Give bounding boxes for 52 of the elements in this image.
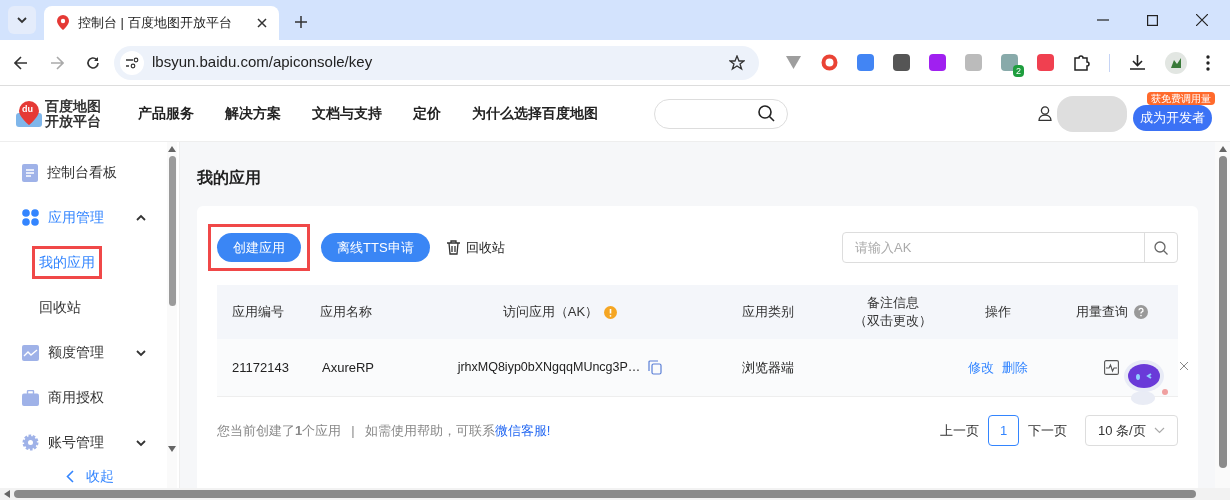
- become-developer-button[interactable]: 成为开发者: [1133, 104, 1212, 131]
- action-link[interactable]: 删除: [1001, 357, 1028, 378]
- page-number[interactable]: 1: [988, 415, 1019, 446]
- next-page[interactable]: 下一页: [1028, 420, 1067, 441]
- nav-link[interactable]: 产品服务: [138, 103, 194, 124]
- logo-text: 百度地图: [45, 98, 101, 114]
- address-bar[interactable]: lbsyun.baidu.com/apiconsole/key: [114, 45, 759, 80]
- column-header: 访问应用（AK）: [502, 303, 599, 321]
- action-button[interactable]: 离线TTS申请: [321, 233, 430, 262]
- table-cell-text: 21172143: [231, 358, 290, 377]
- column-header: 应用类别: [741, 303, 794, 321]
- sidebar-item[interactable]: 控制台看板: [47, 162, 147, 183]
- extension-badge: 2: [1013, 65, 1024, 77]
- column-header: 备注信息: [866, 294, 919, 312]
- sidebar-item[interactable]: 商用授权: [48, 387, 147, 408]
- recycle-bin-button[interactable]: 回收站: [446, 237, 505, 258]
- nav-link[interactable]: 定价: [413, 103, 441, 124]
- sidebar-item[interactable]: 额度管理: [48, 342, 126, 363]
- sidebar-subitem[interactable]: 回收站: [32, 291, 88, 324]
- action-button[interactable]: 创建应用: [217, 233, 301, 262]
- nav-link[interactable]: 解决方案: [225, 103, 281, 124]
- sidebar-item[interactable]: 账号管理: [48, 432, 126, 453]
- prev-page[interactable]: 上一页: [940, 420, 979, 441]
- logo-mark: du: [22, 102, 33, 116]
- tab-title: 控制台 | 百度地图开放平台: [78, 14, 233, 33]
- nav-link[interactable]: 为什么选择百度地图: [472, 103, 598, 124]
- column-header: 应用名称: [320, 303, 372, 321]
- collapse-link[interactable]: 收起: [22, 466, 167, 487]
- column-header: （双击更改）: [853, 312, 932, 330]
- column-header: 操作: [984, 303, 1011, 321]
- browser-tab[interactable]: 控制台 | 百度地图开放平台: [44, 6, 279, 40]
- page-size-select[interactable]: 10 条/页: [1085, 415, 1178, 446]
- logo-text: 开放平台: [45, 113, 101, 129]
- sidebar-subitem[interactable]: 我的应用: [32, 246, 102, 279]
- help-text: 如需使用帮助，可联系: [364, 421, 495, 440]
- support-link[interactable]: 微信客服!: [494, 420, 551, 441]
- column-header: 应用编号: [232, 303, 284, 321]
- url-text: lbsyun.baidu.com/apiconsole/key: [152, 52, 374, 73]
- sidebar-item[interactable]: 应用管理: [48, 207, 126, 228]
- app-count-text: 您当前创建了1个应用: [217, 421, 342, 440]
- collapse-label: 收起: [86, 467, 114, 486]
- separator: |: [351, 421, 355, 440]
- promo-badge: 获免费调用量: [1147, 91, 1215, 105]
- table-cell-text: AxureRP: [321, 358, 376, 377]
- action-link[interactable]: 修改: [967, 357, 994, 378]
- ak-input[interactable]: 请输入AK: [843, 237, 1144, 258]
- ak-search-field[interactable]: 请输入AK: [842, 232, 1178, 263]
- nav-link[interactable]: 文档与支持: [312, 103, 382, 124]
- table-cell-text: 浏览器端: [740, 358, 795, 377]
- table-cell-text: jrhxMQ8iyp0bXNgqqMUncg3P…: [457, 359, 641, 377]
- page-title: 我的应用: [197, 168, 262, 188]
- column-header: 用量查询: [1075, 303, 1128, 321]
